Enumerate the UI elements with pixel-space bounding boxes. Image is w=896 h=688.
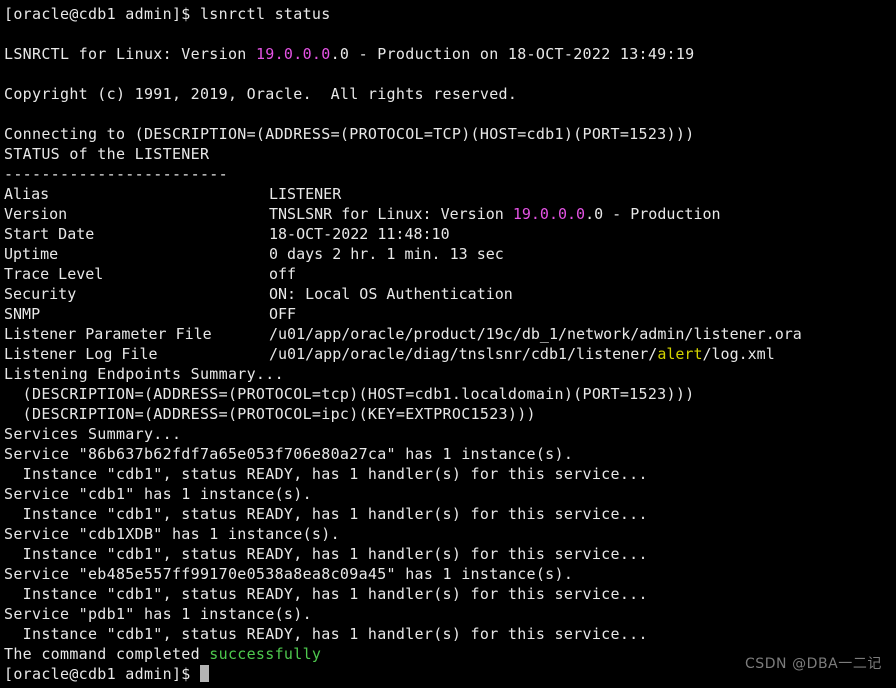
detail-key-trace-level: Trace Level [4, 265, 104, 283]
service-instance-line: Instance "cdb1", status READY, has 1 han… [4, 545, 648, 563]
detail-key-version: Version [4, 205, 68, 223]
detail-value-version-tail: .0 [585, 205, 604, 223]
service-line: Service "pdb1" has 1 instance(s). [4, 605, 312, 623]
connecting-line: Connecting to (DESCRIPTION=(ADDRESS=(PRO… [4, 125, 695, 143]
detail-key-parameter-file: Listener Parameter File [4, 325, 212, 343]
result-prefix: The command completed [4, 645, 210, 663]
detail-row-start-date: Start Date 18-OCT-2022 11:48:10 [4, 224, 896, 244]
service-instance-line: Instance "cdb1", status READY, has 1 han… [4, 505, 648, 523]
service-instance-line: Instance "cdb1", status READY, has 1 han… [4, 585, 648, 603]
text-cursor [199, 665, 209, 682]
copyright-line: Copyright (c) 1991, 2019, Oracle. All ri… [4, 85, 518, 103]
service-line: Service "cdb1XDB" has 1 instance(s). [4, 525, 340, 543]
detail-key-alias: Alias [4, 185, 50, 203]
detail-value-alias: LISTENER [269, 185, 342, 203]
typed-command: lsnrctl status [199, 5, 331, 23]
detail-value-uptime: 0 days 2 hr. 1 min. 13 sec [269, 245, 504, 263]
detail-key-uptime: Uptime [4, 245, 59, 263]
detail-row-trace-level: Trace Level off [4, 264, 896, 284]
separator-rule: ------------------------ [4, 165, 228, 183]
status-header: STATUS of the LISTENER [4, 145, 210, 163]
endpoint-entry-tcp: (DESCRIPTION=(ADDRESS=(PROTOCOL=tcp)(HOS… [4, 385, 695, 403]
terminal-window[interactable]: [oracle@cdb1 admin]$ lsnrctl status LSNR… [0, 0, 896, 688]
detail-row-parameter-file: Listener Parameter File/u01/app/oracle/p… [4, 324, 896, 344]
detail-value-log-file-highlight: alert [657, 345, 703, 363]
detail-value-version-highlight: 19.0.0.0 [512, 205, 586, 223]
detail-key-start-date: Start Date [4, 225, 95, 243]
detail-row-snmp: SNMP OFF [4, 304, 896, 324]
service-line: Service "86b637b62fdf7a65e053f706e80a27c… [4, 445, 574, 463]
csdn-watermark: CSDN @DBA一二记 [744, 656, 882, 672]
detail-value-start-date: 18-OCT-2022 11:48:10 [269, 225, 450, 243]
detail-key-log-file: Listener Log File [4, 345, 158, 363]
services-header: Services Summary... [4, 425, 182, 443]
detail-value-version-prefix: TNSLSNR for Linux: Version [269, 205, 513, 223]
endpoints-header: Listening Endpoints Summary... [4, 365, 284, 383]
detail-key-snmp: SNMP [4, 305, 41, 323]
detail-value-parameter-file: /u01/app/oracle/product/19c/db_1/network… [269, 325, 802, 343]
detail-row-security: Security ON: Local OS Authentication [4, 284, 896, 304]
service-instance-line: Instance "cdb1", status READY, has 1 han… [4, 465, 648, 483]
service-instance-line: Instance "cdb1", status READY, has 1 han… [4, 625, 648, 643]
prompt-string: [oracle@cdb1 admin]$ [4, 5, 200, 23]
detail-value-snmp: OFF [269, 305, 297, 323]
detail-value-version-suffix: - Production [603, 205, 721, 223]
banner-version-tail: .0 [330, 45, 350, 63]
banner-prefix: LSNRCTL for Linux: Version [4, 45, 256, 63]
command-line-prompt: [oracle@cdb1 admin]$ lsnrctl status [4, 4, 896, 24]
banner-suffix: - Production on 18-OCT-2022 13:49:19 [349, 45, 695, 63]
detail-row-alias: Alias LISTENER [4, 184, 896, 204]
service-line: Service "eb485e557ff99170e0538a8ea8c09a4… [4, 565, 574, 583]
detail-value-trace-level: off [269, 265, 297, 283]
detail-key-security: Security [4, 285, 77, 303]
lsnrctl-banner: LSNRCTL for Linux: Version 19.0.0.0.0 - … [4, 44, 896, 64]
prompt-string: [oracle@cdb1 admin]$ [4, 665, 200, 683]
detail-value-log-file-prefix: /u01/app/oracle/diag/tnslsnr/cdb1/listen… [269, 345, 658, 363]
detail-row-version: Version TNSLSNR for Linux: Version 19.0.0… [4, 204, 896, 224]
banner-version-highlight: 19.0.0.0 [255, 45, 331, 63]
endpoint-entry-ipc: (DESCRIPTION=(ADDRESS=(PROTOCOL=ipc)(KEY… [4, 405, 536, 423]
detail-row-log-file: Listener Log File/u01/app/oracle/diag/tn… [4, 344, 896, 364]
result-status: successfully [209, 645, 322, 663]
service-line: Service "cdb1" has 1 instance(s). [4, 485, 312, 503]
detail-value-security: ON: Local OS Authentication [269, 285, 513, 303]
detail-row-uptime: Uptime 0 days 2 hr. 1 min. 13 sec [4, 244, 896, 264]
detail-value-log-file-suffix: /log.xml [702, 345, 775, 363]
